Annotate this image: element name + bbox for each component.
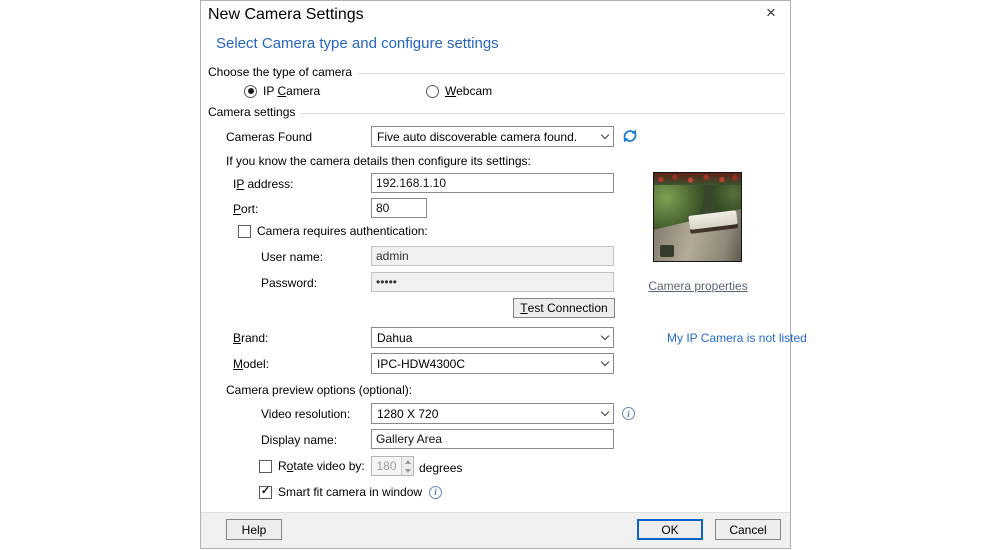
username-field[interactable] (371, 246, 614, 266)
refresh-icon (623, 129, 637, 143)
radio-selected-icon (244, 84, 257, 98)
refresh-button[interactable] (621, 127, 639, 145)
video-resolution-dropdown[interactable]: 1280 X 720 (371, 403, 614, 424)
stepper-arrows (401, 457, 413, 475)
screen: New Camera Settings × Select Camera type… (0, 0, 1000, 550)
camera-settings-group-label: Camera settings (208, 105, 296, 119)
display-name-label: Display name: (261, 433, 338, 447)
checkbox-checked-icon (259, 485, 272, 499)
display-name-field[interactable] (371, 429, 614, 449)
resolution-info-icon[interactable] (622, 407, 635, 420)
brand-label: Brand: (233, 331, 269, 345)
ok-button[interactable]: OK (637, 519, 703, 540)
smart-fit-checkbox[interactable]: Smart fit camera in window (259, 485, 443, 499)
dialog-heading: Select Camera type and configure setting… (216, 35, 499, 52)
radio-unselected-icon (426, 84, 439, 98)
auth-checkbox-label: Camera requires authentication: (257, 224, 428, 238)
password-field[interactable] (371, 272, 614, 292)
preview-options-label: Camera preview options (optional): (226, 383, 413, 397)
camera-properties-link[interactable]: Camera properties (647, 279, 749, 293)
radio-webcam-label: Webcam (445, 84, 493, 98)
stepper-down-icon[interactable] (402, 466, 413, 475)
camera-type-group-header: Choose the type of camera (208, 65, 785, 79)
chevron-down-icon (596, 354, 613, 373)
camera-settings-group-header: Camera settings (208, 105, 785, 119)
rotate-checkbox-label: Rotate video by: (278, 459, 365, 473)
video-resolution-label: Video resolution: (261, 407, 351, 421)
preview-pot (660, 245, 674, 257)
degrees-label: degrees (419, 461, 463, 475)
preview-flowers (654, 173, 741, 185)
rotate-degrees-value[interactable] (372, 457, 401, 475)
chevron-down-icon (596, 328, 613, 347)
brand-dropdown[interactable]: Dahua (371, 327, 614, 348)
brand-value: Dahua (377, 331, 413, 345)
port-label: Port: (233, 202, 259, 216)
model-dropdown[interactable]: IPC-HDW4300C (371, 353, 614, 374)
camera-preview-image (653, 172, 742, 262)
model-value: IPC-HDW4300C (377, 357, 466, 371)
group-divider (300, 112, 785, 114)
radio-webcam[interactable]: Webcam (426, 84, 492, 98)
ip-address-label: IP address: (233, 177, 294, 191)
camera-type-group-label: Choose the type of camera (208, 65, 353, 79)
auth-checkbox[interactable]: Camera requires authentication: (238, 224, 428, 238)
model-label: Model: (233, 357, 270, 371)
smart-fit-checkbox-label: Smart fit camera in window (278, 485, 423, 499)
cameras-found-dropdown[interactable]: Five auto discoverable camera found. (371, 126, 614, 147)
radio-ip-camera[interactable]: IP Camera (244, 84, 320, 98)
cancel-button[interactable]: Cancel (715, 519, 781, 540)
cameras-found-label: Cameras Found (226, 130, 313, 144)
ip-camera-not-listed-link[interactable]: My IP Camera is not listed (667, 331, 807, 345)
username-label: User name: (261, 250, 324, 264)
radio-ip-camera-label: IP Camera (263, 84, 321, 98)
footer-bar: Help OK Cancel (201, 512, 790, 548)
close-icon[interactable]: × (760, 3, 782, 23)
password-label: Password: (261, 276, 318, 290)
help-button[interactable]: Help (226, 519, 282, 540)
port-field[interactable] (371, 198, 427, 218)
configure-hint-text: If you know the camera details then conf… (226, 154, 531, 168)
test-connection-button[interactable]: Test Connection (513, 298, 615, 318)
group-divider (357, 72, 785, 74)
checkbox-unchecked-icon (259, 459, 272, 473)
window-title: New Camera Settings (208, 6, 364, 23)
new-camera-settings-dialog: New Camera Settings × Select Camera type… (200, 0, 807, 549)
rotate-checkbox[interactable]: Rotate video by: (259, 459, 365, 473)
ip-address-field[interactable] (371, 173, 614, 193)
checkbox-unchecked-icon (238, 224, 251, 238)
chevron-down-icon (596, 404, 613, 423)
smart-fit-info-icon[interactable] (429, 485, 443, 499)
rotate-degrees-stepper[interactable] (371, 456, 414, 476)
stepper-up-icon[interactable] (402, 457, 413, 466)
video-resolution-value: 1280 X 720 (377, 407, 439, 421)
cameras-found-value: Five auto discoverable camera found. (377, 130, 578, 144)
chevron-down-icon (596, 127, 613, 146)
